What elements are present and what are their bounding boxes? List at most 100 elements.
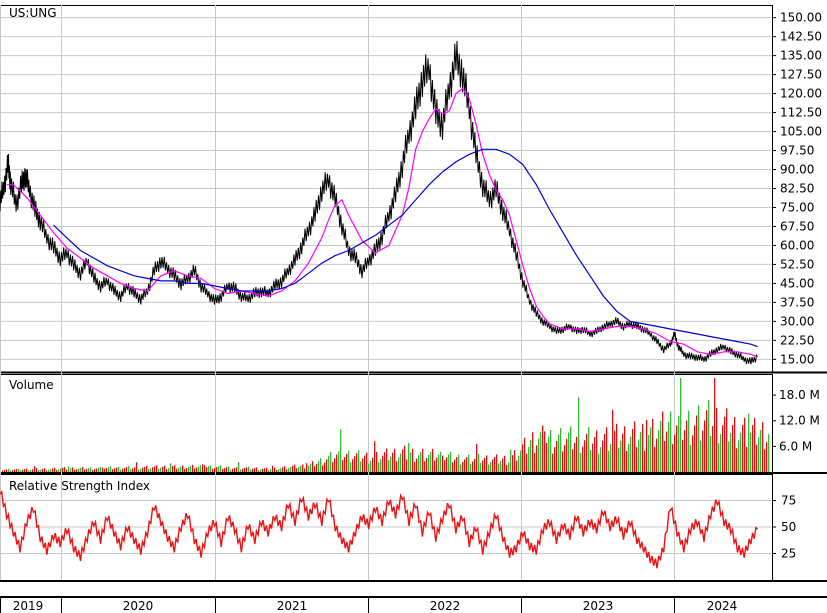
volume-bar	[708, 400, 710, 472]
volume-bar	[464, 459, 466, 472]
volume-bar	[480, 462, 482, 472]
volume-bar	[766, 441, 768, 472]
price-tick-label: 52.50	[780, 257, 814, 271]
volume-bar	[600, 447, 602, 472]
volume-bar	[208, 466, 210, 472]
volume-bar	[320, 458, 322, 472]
price-line	[0, 40, 759, 365]
volume-bar	[244, 468, 246, 472]
volume-bar	[558, 434, 560, 472]
volume-bar	[24, 469, 26, 472]
volume-bar	[26, 468, 28, 472]
volume-bar	[432, 448, 434, 472]
price-tick-label: 67.50	[780, 219, 814, 233]
volume-bar	[564, 445, 566, 472]
volume-bar	[180, 466, 182, 472]
volume-bar	[742, 425, 744, 472]
volume-bar	[726, 408, 728, 472]
volume-bar	[64, 467, 66, 472]
volume-bar	[434, 460, 436, 472]
price-tick-label: 112.50	[780, 106, 822, 120]
stock-chart: 150.00 142.50 135.00 127.50 120.00 112.50 105.…	[0, 5, 827, 613]
rsi-line	[0, 489, 759, 569]
volume-bar	[146, 466, 148, 472]
volume-bar	[462, 461, 464, 472]
volume-bar	[660, 420, 662, 472]
volume-bar	[482, 460, 484, 472]
volume-bar	[680, 378, 682, 472]
volume-bar	[394, 448, 396, 472]
volume-bar	[168, 468, 170, 472]
volume-bar	[196, 467, 198, 472]
volume-bar	[744, 417, 746, 472]
volume-bar	[588, 427, 590, 472]
volume-bar	[328, 455, 330, 472]
price-tick-label: 45.00	[780, 276, 814, 290]
volume-bar	[762, 422, 764, 472]
volume-bar	[326, 459, 328, 472]
volume-bar	[100, 466, 102, 472]
volume-bar	[308, 465, 310, 472]
volume-bar	[712, 426, 714, 472]
volume-bar	[376, 451, 378, 472]
volume-bar	[288, 468, 290, 472]
volume-bar	[550, 430, 552, 472]
price-tick-label: 90.00	[780, 163, 814, 177]
volume-bar	[40, 469, 42, 472]
volume-bar	[46, 470, 48, 472]
volume-bar	[576, 436, 578, 472]
volume-bar	[474, 458, 476, 472]
volume-bar	[526, 453, 528, 472]
volume-bar	[84, 469, 86, 472]
price-tick-label: 22.50	[780, 333, 814, 347]
price-tick-label: 30.00	[780, 314, 814, 328]
volume-bar	[108, 467, 110, 472]
volume-bar	[616, 423, 618, 472]
volume-bar	[298, 467, 300, 472]
volume-bar	[8, 468, 10, 472]
volume-bar	[610, 444, 612, 472]
volume-bar	[286, 469, 288, 472]
volume-bar	[202, 464, 204, 472]
volume-bar	[670, 411, 672, 472]
volume-bar	[424, 461, 426, 472]
volume-bar	[686, 420, 688, 472]
volume-bar	[438, 454, 440, 472]
volume-bar	[592, 443, 594, 472]
volume-bar	[220, 465, 222, 472]
volume-bar	[488, 464, 490, 472]
volume-bar	[42, 468, 44, 472]
volume-bar	[754, 417, 756, 472]
volume-bar	[614, 430, 616, 472]
volume-bar	[636, 447, 638, 472]
volume-bar	[278, 469, 280, 472]
volume-bar	[640, 431, 642, 472]
volume-bar	[360, 461, 362, 472]
volume-bar	[318, 461, 320, 472]
volume-bar	[306, 463, 308, 472]
volume-bar	[230, 469, 232, 472]
volume-bar	[80, 467, 82, 472]
volume-bar	[732, 424, 734, 472]
volume-bar	[160, 467, 162, 472]
volume-bar	[266, 467, 268, 472]
volume-bar	[364, 455, 366, 472]
volume-bar	[408, 442, 410, 472]
volume-bar	[142, 467, 144, 472]
volume-bar	[472, 461, 474, 472]
volume-bar	[158, 468, 160, 472]
volume-bar	[140, 468, 142, 472]
volume-bar	[512, 455, 514, 472]
volume-bar	[82, 467, 84, 472]
volume-bar	[176, 468, 178, 472]
volume-bar	[402, 449, 404, 472]
volume-bar	[722, 425, 724, 472]
volume-bar	[584, 440, 586, 472]
volume-bar	[242, 468, 244, 472]
volume-bar	[508, 462, 510, 472]
volume-bar	[98, 467, 100, 472]
volume-bar	[704, 420, 706, 472]
volume-bar	[646, 419, 648, 472]
volume-bar	[622, 433, 624, 472]
volume-bar	[30, 469, 32, 472]
